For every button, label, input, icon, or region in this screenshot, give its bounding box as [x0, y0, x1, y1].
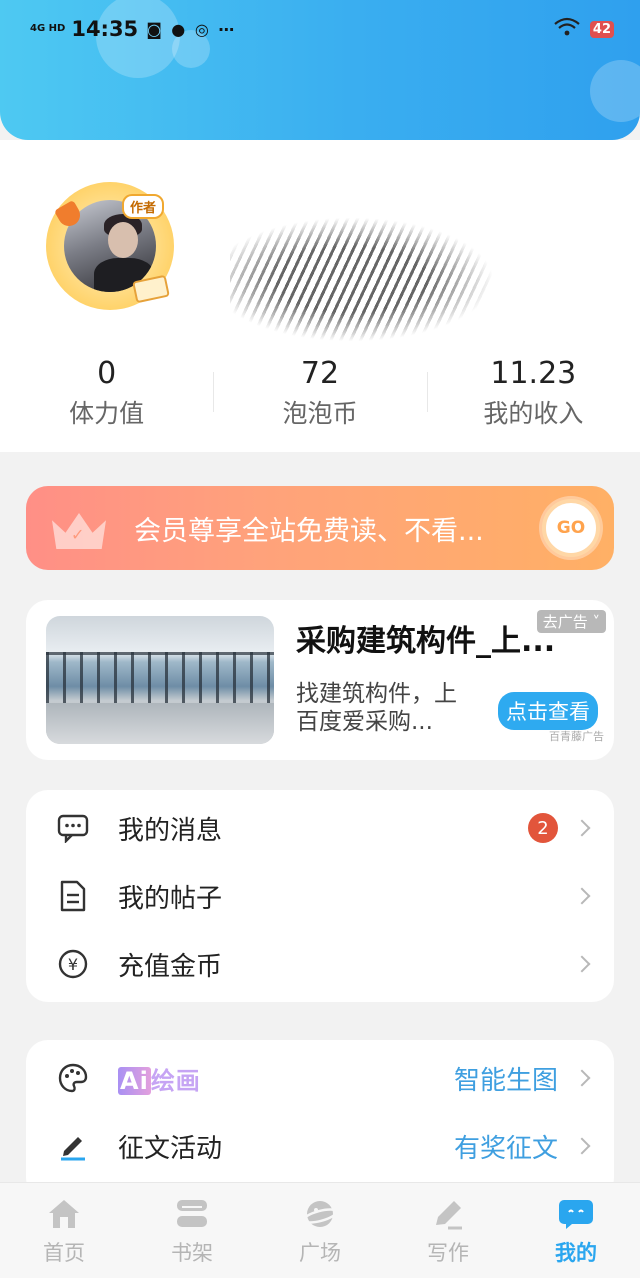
tab-label: 书架 — [171, 1241, 213, 1265]
tab-bookshelf[interactable]: 书架 — [128, 1183, 256, 1278]
chevron-right-icon — [573, 955, 591, 973]
menu-item-label: 我的帖子 — [118, 883, 223, 914]
menu-item-recharge[interactable]: ¥ 充值金币 — [26, 930, 614, 998]
network-indicator: 4G HD — [30, 23, 66, 34]
ad-view-button[interactable]: 点击查看 — [498, 692, 598, 730]
remove-ad-button[interactable]: 去广告 ˅ — [536, 610, 606, 633]
ai-prefix: Ai — [118, 1066, 151, 1095]
write-icon — [430, 1197, 466, 1231]
chevron-right-icon — [573, 887, 591, 905]
bookshelf-icon — [174, 1197, 210, 1231]
status-time: 14:35 — [71, 17, 139, 41]
chevron-right-icon — [573, 1069, 591, 1087]
avatar[interactable]: 作者 — [46, 182, 174, 310]
menu-item-label: 征文活动 — [118, 1133, 223, 1164]
menu-item-essay-contest[interactable]: 征文活动 有奖征文 — [26, 1112, 614, 1180]
tab-label: 首页 — [43, 1241, 85, 1265]
menu-item-posts[interactable]: 我的帖子 — [26, 862, 614, 930]
tab-label: 我的 — [555, 1241, 597, 1265]
tab-me[interactable]: 我的 — [512, 1183, 640, 1278]
bottom-tab-bar: 首页 书架 广场 写作 我的 — [0, 1182, 640, 1278]
stat-bubble-coins[interactable]: 72 泡泡币 — [213, 352, 426, 442]
ai-suffix: 绘画 — [150, 1066, 201, 1095]
ad-card[interactable]: 采购建筑构件_上... 找建筑构件，上百度爱采购... 去广告 ˅ 点击查看 百… — [26, 600, 614, 760]
tab-label: 写作 — [427, 1241, 469, 1265]
unread-badge: 2 — [528, 813, 558, 843]
palette-icon — [56, 1061, 90, 1095]
stat-label: 体力值 — [69, 399, 145, 428]
ad-source: 百青藤广告 — [549, 730, 604, 743]
wifi-icon — [554, 17, 580, 41]
profile-section: 作者 0 体力值 72 泡泡币 11.23 我的收入 — [0, 140, 640, 452]
planet-icon — [302, 1197, 338, 1231]
stat-value: 72 — [300, 356, 340, 391]
menu-item-ai-painting[interactable]: Ai绘画 智能生图 — [26, 1044, 614, 1112]
decorative-bubble — [590, 60, 640, 122]
coin-icon: ¥ — [56, 947, 90, 981]
ad-title: 采购建筑构件_上... — [296, 624, 556, 659]
svg-text:¥: ¥ — [68, 955, 78, 974]
menu-item-label: 我的消息 — [118, 815, 223, 846]
go-button[interactable]: GO — [542, 499, 600, 557]
header-banner: 4G HD 14:35 ◙ ● ◎ ⋯ 42 — [0, 0, 640, 140]
remove-ad-label: 去广告 — [542, 613, 588, 631]
menu-card-secondary: Ai绘画 智能生图 征文活动 有奖征文 — [26, 1040, 614, 1200]
stat-income[interactable]: 11.23 我的收入 — [426, 352, 640, 442]
chevron-right-icon — [573, 819, 591, 837]
notification-icons: ◙ ● ◎ ⋯ — [146, 19, 237, 39]
status-bar: 4G HD 14:35 ◙ ● ◎ ⋯ 42 — [30, 14, 614, 44]
ai-painting-label: Ai绘画 — [118, 1061, 454, 1096]
ad-description: 找建筑构件，上百度爱采购... — [296, 681, 457, 735]
vip-banner-text: 会员尊享全站免费读、不看... — [134, 515, 484, 547]
battery-indicator: 42 — [589, 20, 614, 38]
menu-item-label: 充值金币 — [118, 951, 223, 982]
profile-bubble-icon — [558, 1197, 594, 1231]
stat-value: 0 — [97, 356, 117, 391]
tab-square[interactable]: 广场 — [256, 1183, 384, 1278]
username-obscured — [230, 212, 500, 362]
crown-icon — [50, 505, 108, 551]
pen-icon — [56, 1129, 90, 1163]
author-tag: 作者 — [122, 194, 165, 219]
menu-card-primary: 我的消息 2 我的帖子 ¥ 充值金币 — [26, 790, 614, 1002]
ad-image — [46, 616, 274, 744]
menu-item-extra: 智能生图 — [453, 1065, 558, 1096]
tab-home[interactable]: 首页 — [0, 1183, 128, 1278]
stat-label: 我的收入 — [483, 399, 584, 428]
stat-label: 泡泡币 — [282, 399, 358, 428]
message-icon — [56, 811, 90, 845]
chevron-right-icon — [573, 1137, 591, 1155]
stats-row: 0 体力值 72 泡泡币 11.23 我的收入 — [0, 352, 640, 442]
tab-label: 广场 — [299, 1241, 341, 1265]
stat-stamina[interactable]: 0 体力值 — [0, 352, 213, 442]
menu-item-extra: 有奖征文 — [453, 1133, 558, 1164]
stat-value: 11.23 — [490, 356, 577, 391]
document-icon — [56, 879, 90, 913]
vip-banner[interactable]: 会员尊享全站免费读、不看... GO — [26, 486, 614, 570]
home-icon — [46, 1197, 82, 1231]
tab-write[interactable]: 写作 — [384, 1183, 512, 1278]
menu-item-messages[interactable]: 我的消息 2 — [26, 794, 614, 862]
